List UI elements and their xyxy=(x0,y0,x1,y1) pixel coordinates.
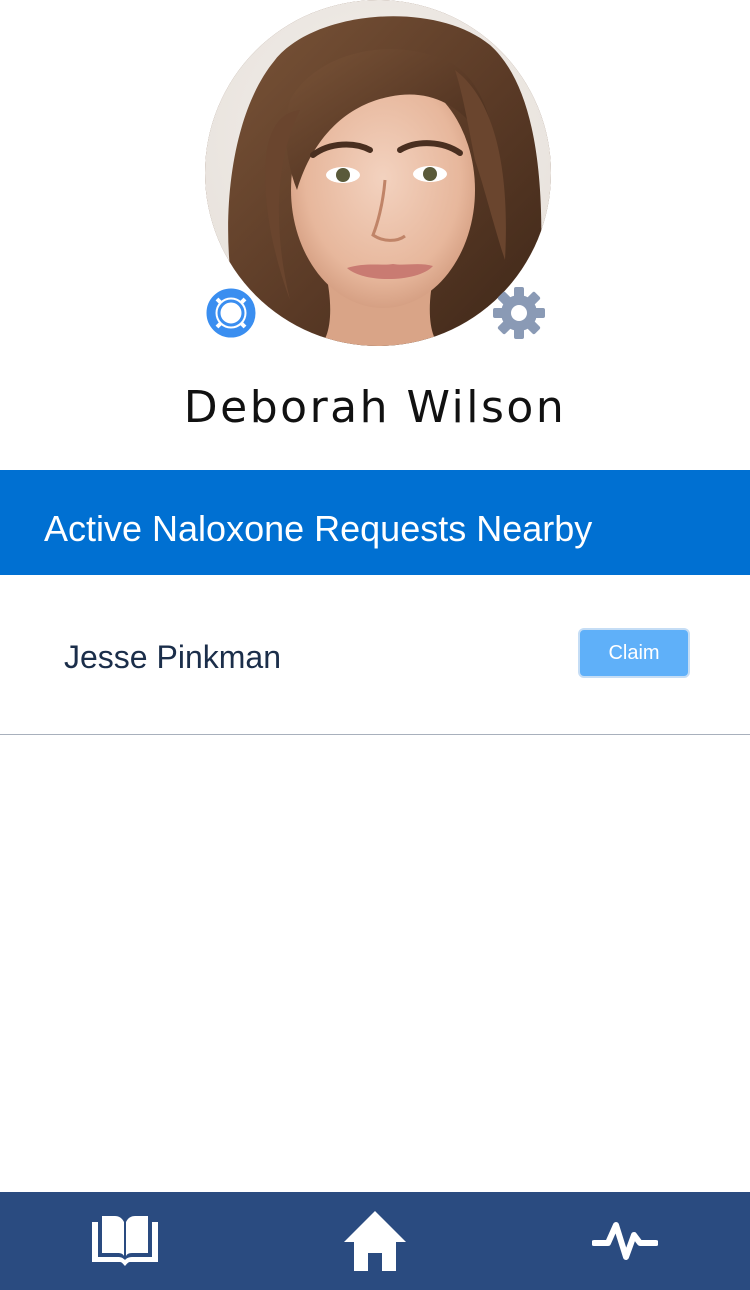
requester-name: Jesse Pinkman xyxy=(64,639,281,675)
list-item: Jesse Pinkman Claim xyxy=(0,575,750,735)
claim-button[interactable]: Claim xyxy=(578,628,690,678)
pulse-icon xyxy=(592,1222,658,1260)
tab-activity[interactable] xyxy=(500,1192,750,1290)
tab-home[interactable] xyxy=(250,1192,500,1290)
user-name: Deborah Wilson xyxy=(183,382,567,433)
section-title: Active Naloxone Requests Nearby xyxy=(44,508,593,549)
tab-library[interactable] xyxy=(0,1192,250,1290)
lifebuoy-icon[interactable] xyxy=(206,288,256,338)
book-icon xyxy=(92,1216,158,1266)
gear-icon[interactable] xyxy=(492,286,546,340)
tab-bar xyxy=(0,1192,750,1290)
profile-section: Deborah Wilson xyxy=(0,0,750,470)
home-icon xyxy=(344,1211,406,1271)
requests-header: Active Naloxone Requests Nearby xyxy=(0,470,750,575)
